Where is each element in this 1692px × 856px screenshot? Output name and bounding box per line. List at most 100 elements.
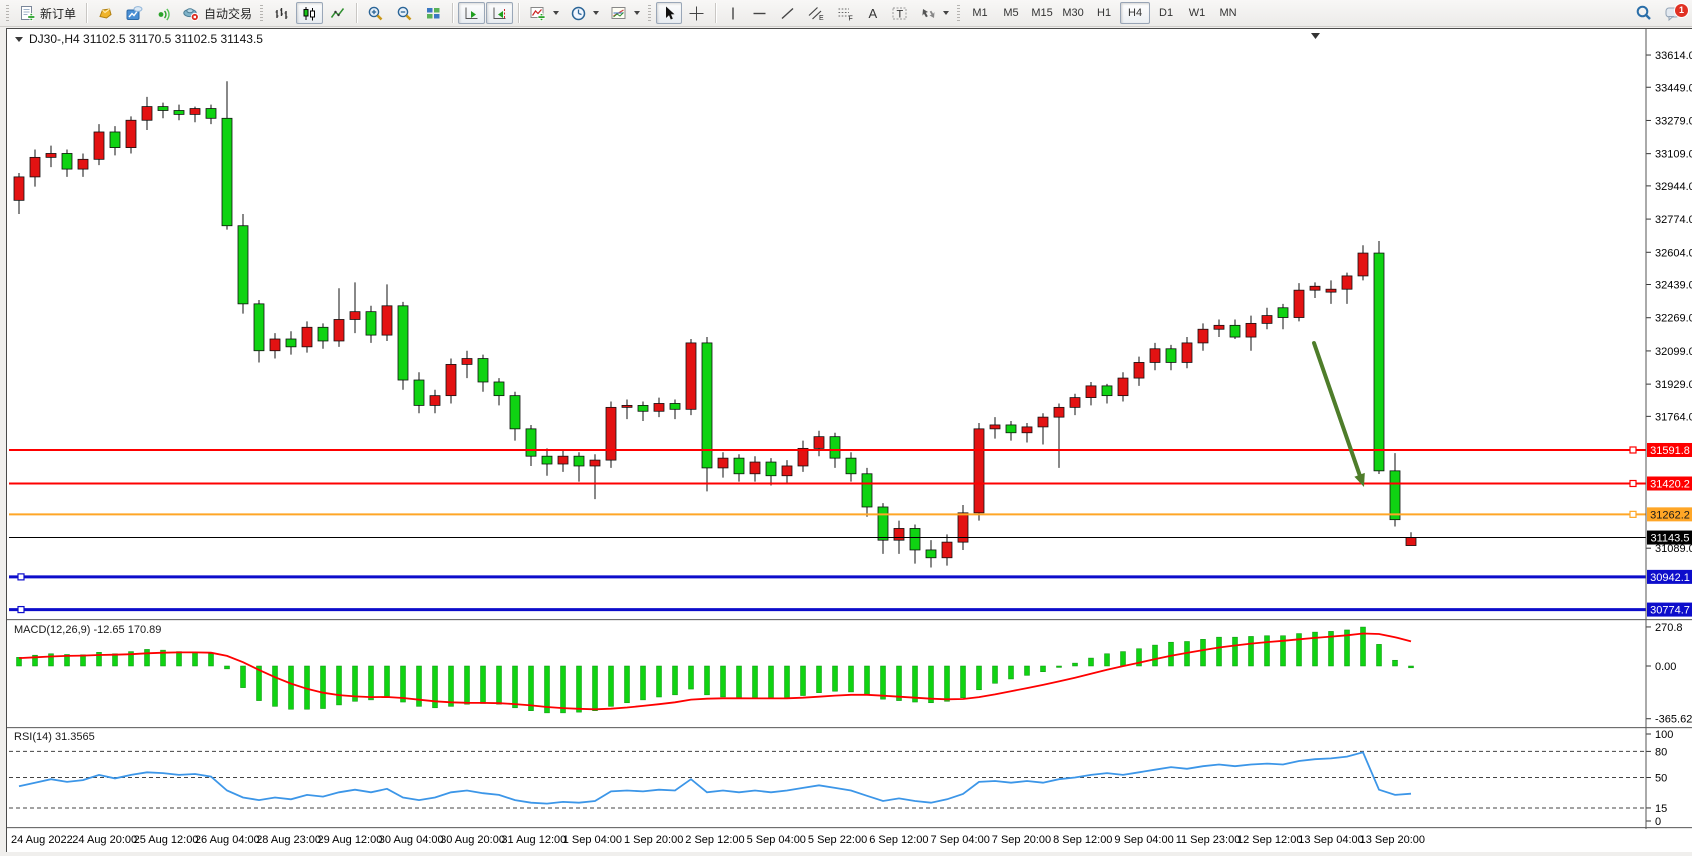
chart-shift-button[interactable] [486,2,513,24]
macd-histogram-bar [385,666,390,697]
cursor-tool-button[interactable] [656,2,682,24]
macd-histogram-bar [865,666,870,695]
time-axis-label: 31 Aug 12:00 [501,834,566,846]
timeframe-button-D1[interactable]: D1 [1151,2,1181,24]
macd-histogram-bar [449,666,454,706]
candle-body [366,312,376,335]
chart-window[interactable]: 31591.831420.231262.230942.130774.731143… [6,28,1692,852]
equidistant-channel-icon: E [807,5,825,22]
toolbar-drag-handle[interactable] [648,5,651,21]
panel-separator[interactable] [7,727,1692,728]
candle-body [334,319,344,340]
search-button[interactable] [1630,2,1658,24]
templates-dropdown-caret[interactable] [634,11,640,15]
candle-body [46,153,56,157]
fibonacci-tool-button[interactable]: F [831,2,859,24]
macd-histogram-bar [1121,652,1126,666]
community-button[interactable] [120,2,148,24]
text-tool-button[interactable]: A [860,2,885,24]
market-button[interactable] [92,2,119,24]
candle-body [974,429,984,513]
price-line-label: 30774.7 [1650,605,1690,617]
candle-body [78,159,88,169]
toolbar-drag-handle[interactable] [260,5,263,21]
macd-histogram-bar [369,666,374,700]
arrows-dropdown-caret[interactable] [943,11,949,15]
indicators-button[interactable] [524,2,564,24]
clock-icon [570,5,587,22]
line-drag-marker[interactable] [1630,481,1636,487]
periods-dropdown-caret[interactable] [593,11,599,15]
tile-windows-icon [425,5,442,22]
line-chart-mode-button[interactable] [324,2,351,24]
indicators-dropdown-caret[interactable] [553,11,559,15]
vertical-line-tool-button[interactable] [721,2,745,24]
timeframe-button-H1[interactable]: H1 [1089,2,1119,24]
zoom-in-button[interactable] [362,2,390,24]
macd-histogram-bar [513,666,518,708]
periods-button[interactable] [565,2,604,24]
line-drag-marker[interactable] [18,574,24,580]
macd-histogram-bar [401,666,406,702]
candle-body [798,448,808,466]
time-axis-label: 29 Aug 12:00 [318,834,383,846]
timeframe-button-W1[interactable]: W1 [1182,2,1212,24]
auto-scroll-button[interactable] [458,2,485,24]
autotrading-button[interactable]: 自动交易 [177,2,257,24]
zoom-out-button[interactable] [391,2,419,24]
toolbar-separator [715,3,716,23]
candle-body [862,474,872,507]
candle-body [734,458,744,474]
panel-separator[interactable] [7,619,1692,620]
line-chart-icon [329,5,346,22]
panel-separator[interactable] [7,827,1692,828]
timeframe-button-M30[interactable]: M30 [1058,2,1088,24]
macd-histogram-bar [225,666,230,669]
candle-body [654,403,664,411]
candlestick-mode-button[interactable] [296,2,323,24]
new-order-button[interactable]: 新订单 [14,2,81,24]
tile-windows-button[interactable] [420,2,447,24]
candle-body [158,107,168,111]
price-axis-tick-label: 32944.0 [1655,181,1692,193]
timeframe-button-M1[interactable]: M1 [965,2,995,24]
timeframe-button-H4[interactable]: H4 [1120,2,1150,24]
time-axis-label: 5 Sep 04:00 [747,834,806,846]
timeframe-button-M15[interactable]: M15 [1027,2,1057,24]
candle-body [574,456,584,466]
horizontal-line-tool-button[interactable] [746,2,773,24]
notifications-button[interactable]: 1 [1659,2,1688,24]
trendline-tool-button[interactable] [774,2,801,24]
time-axis[interactable]: 24 Aug 202224 Aug 20:0025 Aug 12:0026 Au… [11,834,1425,846]
toolbar-drag-handle[interactable] [6,5,9,21]
bar-chart-mode-button[interactable] [268,2,295,24]
macd-histogram-bar [977,666,982,690]
macd-histogram-bar [1201,639,1206,666]
line-drag-marker[interactable] [1630,447,1636,453]
chart-cloud-icon [125,5,143,22]
signals-button[interactable] [149,2,176,24]
timeframe-button-MN[interactable]: MN [1213,2,1243,24]
candle-body [1278,308,1288,318]
line-drag-marker[interactable] [18,607,24,613]
templates-button[interactable] [605,2,645,24]
channel-tool-button[interactable]: E [802,2,830,24]
time-axis-label: 1 Sep 20:00 [624,834,683,846]
line-drag-marker[interactable] [1630,511,1636,517]
toolbar-drag-handle[interactable] [957,5,960,21]
candle-body [302,327,312,347]
arrows-tool-button[interactable] [915,2,954,24]
time-axis-label: 1 Sep 04:00 [563,834,622,846]
text-label-tool-button[interactable]: T [886,2,914,24]
trendline-icon [779,5,796,22]
candle-body [1326,289,1336,292]
price-axis-tick-label: 32269.0 [1655,313,1692,325]
candle-body [1406,538,1416,546]
svg-text:A: A [869,6,878,21]
crosshair-tool-button[interactable] [683,2,710,24]
macd-histogram-bar [641,666,646,700]
timeframe-button-M5[interactable]: M5 [996,2,1026,24]
macd-histogram-bar [1249,636,1254,666]
text-label-icon: T [891,5,909,22]
chart-canvas[interactable]: 31591.831420.231262.230942.130774.731143… [7,29,1692,851]
